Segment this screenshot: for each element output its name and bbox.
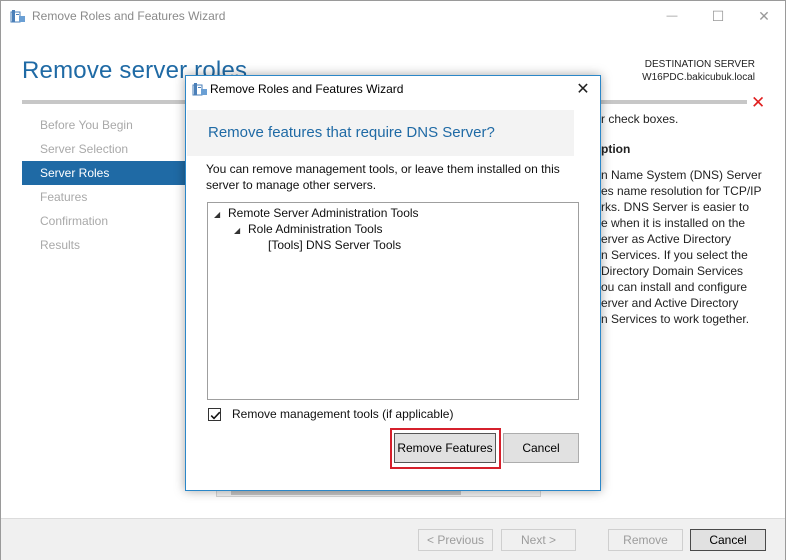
- nav-item-before-you-begin[interactable]: Before You Begin: [22, 113, 188, 137]
- maximize-icon: ☐: [711, 7, 725, 24]
- role-description-panel: r check boxes. ption n Name System (DNS)…: [601, 111, 786, 327]
- remove-features-dialog: Remove Roles and Features Wizard ✕ Remov…: [185, 75, 601, 491]
- minimize-icon: —: [666, 10, 678, 22]
- minimize-button[interactable]: —: [649, 1, 695, 31]
- server-manager-app-icon: [192, 82, 208, 96]
- previous-button[interactable]: < Previous: [418, 529, 493, 551]
- nav-item-features[interactable]: Features: [22, 185, 188, 209]
- window-title: Remove Roles and Features Wizard: [32, 9, 226, 23]
- description-line: e when it is installed on the: [601, 216, 746, 230]
- tree-item-label: [Tools] DNS Server Tools: [268, 238, 402, 252]
- description-line: n Services to work together.: [601, 312, 750, 326]
- tree-item-label: Role Administration Tools: [248, 222, 383, 236]
- nav-item-server-selection[interactable]: Server Selection: [22, 137, 188, 161]
- description-line: ou can install and configure: [601, 280, 748, 294]
- expanded-triangle-icon[interactable]: ◢: [234, 226, 248, 235]
- dialog-heading: Remove features that require DNS Server?: [208, 124, 495, 141]
- instruction-text: r check boxes.: [601, 112, 679, 126]
- description-line: Directory Domain Services: [601, 264, 744, 278]
- server-manager-app-icon: [10, 9, 26, 23]
- description-line: rks. DNS Server is easier to: [601, 200, 750, 214]
- remove-tools-checkbox[interactable]: [208, 407, 221, 421]
- dialog-title-bar: Remove Roles and Features Wizard ✕: [186, 76, 600, 102]
- description-heading: ption: [601, 142, 631, 156]
- tree-item[interactable]: ◢ Remote Server Administration Tools: [214, 206, 419, 220]
- remove-button[interactable]: Remove: [608, 529, 683, 551]
- dialog-message: You can remove management tools, or leav…: [206, 162, 560, 192]
- expanded-triangle-icon[interactable]: ◢: [214, 210, 228, 219]
- nav-item-results[interactable]: Results: [22, 233, 188, 257]
- close-window-button[interactable]: ✕: [741, 1, 786, 31]
- dialog-close-button[interactable]: ✕: [570, 77, 596, 101]
- description-line: es name resolution for TCP/IP: [601, 184, 762, 198]
- dialog-cancel-button[interactable]: Cancel: [503, 433, 579, 463]
- destination-label: DESTINATION SERVER: [644, 59, 755, 70]
- destination-server-name: W16PDC.bakicubuk.local: [642, 72, 755, 83]
- maximize-button[interactable]: ☐: [695, 1, 741, 31]
- close-icon: ✕: [758, 7, 770, 24]
- remove-tools-checkbox-label: Remove management tools (if applicable): [232, 407, 454, 421]
- title-bar: Remove Roles and Features Wizard — ☐ ✕: [1, 1, 785, 31]
- description-line: erver as Active Directory: [601, 232, 732, 246]
- description-line: erver and Active Directory: [601, 296, 739, 310]
- dialog-header: Remove features that require DNS Server?: [187, 110, 574, 156]
- nav-item-server-roles[interactable]: Server Roles: [22, 161, 188, 185]
- checkmark-icon: [210, 411, 221, 420]
- wizard-nav: Before You Begin Server Selection Server…: [22, 113, 188, 257]
- tree-item-label: Remote Server Administration Tools: [228, 206, 419, 220]
- remove-tools-checkbox-row[interactable]: Remove management tools (if applicable): [208, 407, 453, 421]
- remove-features-button[interactable]: Remove Features: [394, 433, 496, 463]
- features-tree: ◢ Remote Server Administration Tools ◢ Rol…: [207, 202, 579, 400]
- description-line: n Services. If you select the: [601, 248, 748, 262]
- cancel-button[interactable]: Cancel: [690, 529, 766, 551]
- nav-item-confirmation[interactable]: Confirmation: [22, 209, 188, 233]
- tree-item[interactable]: [Tools] DNS Server Tools: [268, 238, 401, 252]
- tree-item[interactable]: ◢ Role Administration Tools: [234, 222, 383, 236]
- error-icon[interactable]: ✕: [751, 93, 765, 113]
- dialog-title: Remove Roles and Features Wizard: [210, 82, 404, 96]
- destination-server: DESTINATION SERVER W16PDC.bakicubuk.loca…: [642, 58, 755, 84]
- description-line: n Name System (DNS) Server: [601, 168, 762, 182]
- close-icon: ✕: [576, 81, 590, 98]
- next-button[interactable]: Next >: [501, 529, 576, 551]
- wizard-footer: < Previous Next > Remove Cancel: [1, 518, 785, 560]
